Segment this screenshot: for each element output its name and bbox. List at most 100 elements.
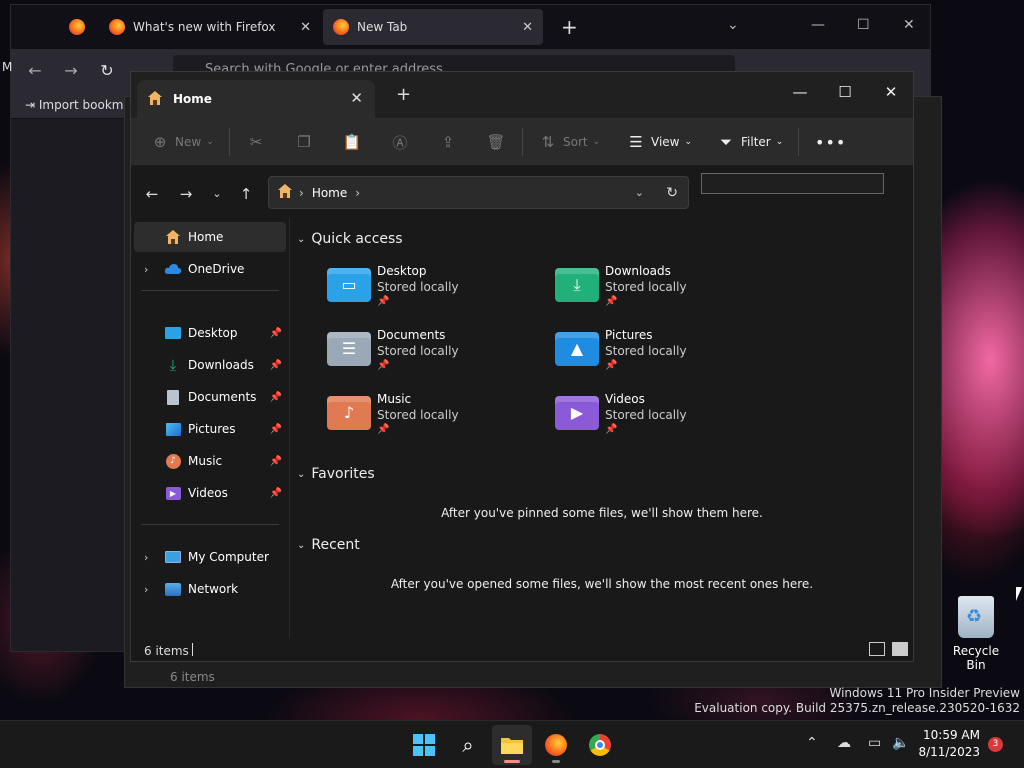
close-icon[interactable]: ✕ [522,20,533,35]
view-button[interactable]: ☰ View ⌄ [627,130,692,154]
sidebar-item-downloads[interactable]: ⤓ Downloads 📌 [134,350,286,380]
copy-button[interactable]: ❐ [295,130,313,154]
delete-button[interactable]: 🗑 [486,130,505,154]
file-explorer-window[interactable]: Home ✕ + — ☐ ✕ ⊕ New ⌄ ✂ ❐ 📋 Ⓐ ⇪ 🗑 ⇅ Sor… [130,71,914,662]
toolbar-divider [522,128,523,156]
notification-badge[interactable]: 3 [988,737,1003,752]
content-pane: ⌄ Quick access ▭ Desktop Stored locally … [291,218,913,638]
back-arrow-icon[interactable]: ← [141,183,163,205]
search-input[interactable] [701,173,884,194]
pin-icon[interactable]: 📌 [270,360,282,371]
sidebar-item-desktop[interactable]: Desktop 📌 [134,318,286,348]
quick-access-music[interactable]: ♪ Music Stored locally 📌 [327,392,527,448]
sidebar-item-videos[interactable]: ▶ Videos 📌 [134,478,286,508]
recent-locations-chevron-icon[interactable]: ⌄ [206,183,228,205]
sidebar-item-my-computer[interactable]: › My Computer [134,542,286,572]
sidebar-item-documents[interactable]: Documents 📌 [134,382,286,412]
sort-button[interactable]: ⇅ Sort ⌄ [539,130,600,154]
quick-access-videos[interactable]: ▶ Videos Stored locally 📌 [555,392,755,448]
forward-arrow-icon[interactable]: → [175,183,197,205]
network-status-icon[interactable]: ▭ [868,735,881,751]
recycle-bin-shortcut[interactable]: Recycle Bin [944,596,1008,672]
close-icon[interactable]: ✕ [350,89,363,107]
close-icon[interactable]: ✕ [300,20,311,35]
minimize-icon[interactable]: — [811,17,825,33]
recent-header[interactable]: ⌄ Recent [297,537,360,553]
system-clock[interactable]: 10:59 AM 8/11/2023 [918,727,980,761]
pin-icon[interactable]: 📌 [270,328,282,339]
start-button[interactable] [404,725,444,765]
back-arrow-icon[interactable]: ← [23,59,47,83]
sidebar-item-network[interactable]: › Network [134,574,286,604]
sidebar-item-music[interactable]: ♪ Music 📌 [134,446,286,476]
new-tab-plus-icon[interactable]: + [396,84,411,105]
taskbar-file-explorer[interactable] [492,725,532,765]
close-icon[interactable]: ✕ [868,78,914,106]
pin-icon[interactable]: 📌 [270,456,282,467]
address-dropdown-chevron-icon[interactable]: ⌄ [635,186,644,199]
edge-label: M [2,60,13,74]
favorites-header[interactable]: ⌄ Favorites [297,466,375,482]
new-tab-plus-icon[interactable]: + [551,9,581,45]
address-box[interactable]: › Home › ⌄ ↻ [268,176,689,209]
refresh-icon[interactable]: ↻ [666,185,678,201]
quick-access-desktop[interactable]: ▭ Desktop Stored locally 📌 [327,264,527,320]
chevron-right-icon[interactable]: › [144,583,148,596]
maximize-icon[interactable]: ☐ [822,78,868,106]
toolbar-divider [229,128,230,156]
chevron-down-icon[interactable]: ⌄ [727,17,739,33]
new-button[interactable]: ⊕ New ⌄ [151,130,214,154]
rename-button[interactable]: Ⓐ [391,130,409,154]
more-options-icon[interactable]: ••• [815,130,846,154]
forward-arrow-icon[interactable]: → [59,59,83,83]
recycle-bin-icon [958,596,994,638]
windows-watermark: Windows 11 Pro Insider Preview Evaluatio… [694,686,1020,715]
chevron-down-icon: ⌄ [297,539,306,551]
maximize-icon[interactable]: ☐ [857,17,870,33]
tiles-view-icon[interactable] [892,642,908,656]
quick-access-pictures[interactable]: ▲ Pictures Stored locally 📌 [555,328,755,384]
sidebar-item-home[interactable]: Home [134,222,286,252]
paste-button[interactable]: 📋 [343,130,362,154]
minimize-icon[interactable]: — [777,78,823,106]
pin-icon: 📌 [605,360,618,371]
pin-icon[interactable]: 📌 [270,488,282,499]
sidebar-item-onedrive[interactable]: › OneDrive [134,254,286,284]
cut-button[interactable]: ✂ [247,130,265,154]
firefox-pinned-tab[interactable] [59,9,95,45]
breadcrumb-separator-icon[interactable]: › [355,186,360,200]
reload-icon[interactable]: ↻ [95,59,119,83]
chrome-icon [589,734,611,756]
pin-icon[interactable]: 📌 [270,392,282,403]
quick-access-documents[interactable]: ☰ Documents Stored locally 📌 [327,328,527,384]
pane-divider[interactable] [289,218,290,638]
sidebar-divider [141,524,279,525]
view-list-icon: ☰ [629,133,643,151]
item-count: 6 items [144,644,189,658]
share-button[interactable]: ⇪ [439,130,457,154]
explorer-tab-home[interactable]: Home ✕ [137,80,375,118]
quick-access-downloads[interactable]: ⤓ Downloads Stored locally 📌 [555,264,755,320]
volume-icon[interactable]: 🔈 [892,735,909,751]
taskbar-firefox[interactable] [536,725,576,765]
firefox-tab-new-tab[interactable]: New Tab ✕ [323,9,543,45]
chevron-right-icon[interactable]: › [144,263,148,276]
pin-icon[interactable]: 📌 [270,424,282,435]
quick-access-header[interactable]: ⌄ Quick access [297,231,403,247]
folder-downloads-icon: ⤓ [555,268,599,302]
firefox-tab-whats-new[interactable]: What's new with Firefox ✕ [99,9,321,45]
close-icon[interactable]: ✕ [903,17,915,33]
breadcrumb-home[interactable]: Home [312,186,347,200]
details-view-icon[interactable] [869,642,885,656]
chevron-right-icon[interactable]: › [144,551,148,564]
chevron-up-icon[interactable]: ⌃ [806,735,818,751]
sidebar-item-pictures[interactable]: Pictures 📌 [134,414,286,444]
filter-button[interactable]: ⏷ Filter ⌄ [717,130,783,154]
taskbar-chrome[interactable] [580,725,620,765]
chevron-down-icon: ⌄ [684,137,693,147]
up-arrow-icon[interactable]: ↑ [235,183,257,205]
search-icon[interactable]: ⌕ [448,725,488,765]
firefox-icon [545,734,567,756]
onedrive-offline-icon[interactable]: ☁ [837,735,851,751]
firefox-tab-bar: What's new with Firefox ✕ New Tab ✕ + ⌄ … [11,5,930,49]
